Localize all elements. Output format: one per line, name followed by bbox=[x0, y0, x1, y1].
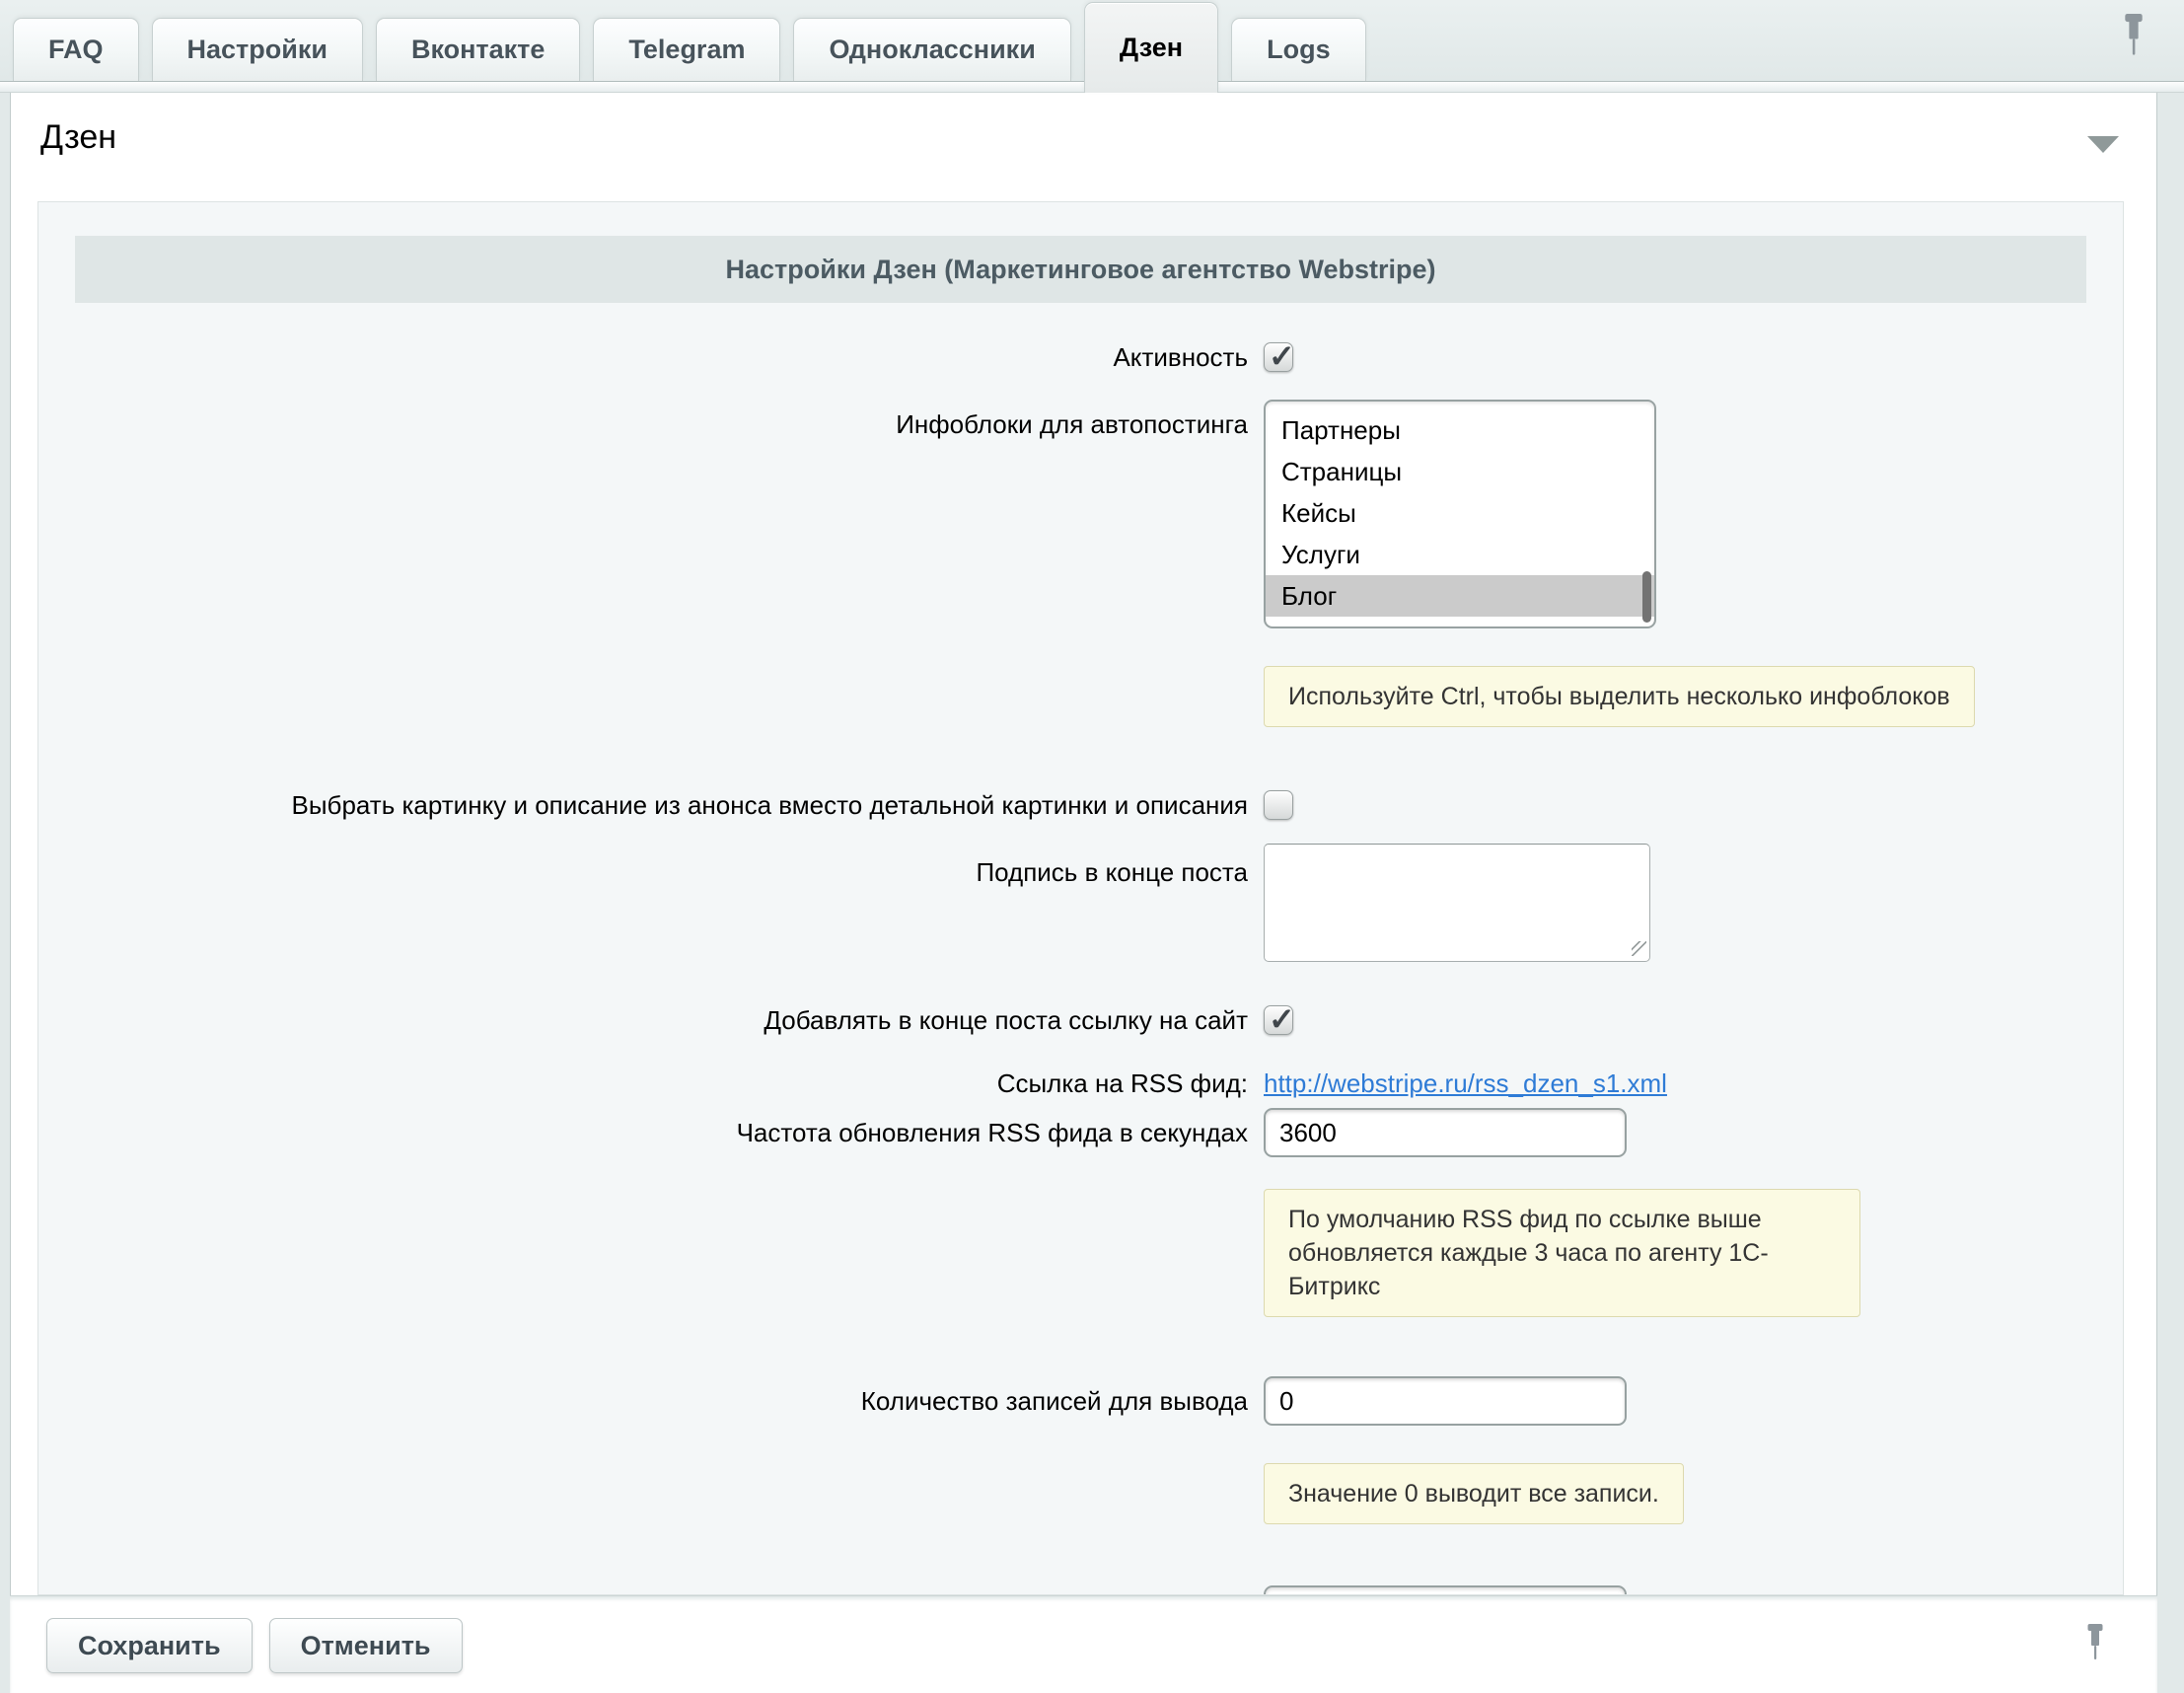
use-announce-checkbox[interactable] bbox=[1264, 790, 1293, 820]
signature-label: Подпись в конце поста bbox=[38, 844, 1264, 889]
tab-bar: FAQ Настройки Вконтакте Telegram Однокла… bbox=[0, 0, 2184, 93]
listbox-scrollbar-thumb[interactable] bbox=[1642, 571, 1651, 623]
infoblocks-listbox[interactable]: Партнеры Страницы Кейсы Услуги Блог bbox=[1264, 400, 1656, 628]
pin-icon[interactable] bbox=[2121, 14, 2147, 57]
tab-telegram[interactable]: Telegram bbox=[593, 18, 780, 81]
settings-form: Настройки Дзен (Маркетинговое агентство … bbox=[37, 201, 2124, 1595]
row-records-count-hint: Значение 0 выводит все записи. bbox=[38, 1463, 2123, 1524]
rss-freq-hint-note: По умолчанию RSS фид по ссылке выше обно… bbox=[1264, 1189, 1860, 1317]
rss-freq-label: Частота обновления RSS фида в секундах bbox=[38, 1116, 1264, 1149]
infoblocks-label: Инфоблоки для автопостинга bbox=[38, 400, 1264, 441]
listbox-option-services[interactable]: Услуги bbox=[1266, 534, 1654, 575]
row-records-count: Количество записей для вывода bbox=[38, 1376, 2123, 1426]
use-announce-label: Выбрать картинку и описание из анонса вм… bbox=[38, 788, 1264, 822]
collapse-arrow-icon[interactable] bbox=[2087, 136, 2119, 153]
rss-feed-link[interactable]: http://webstripe.ru/rss_dzen_s1.xml bbox=[1264, 1068, 1667, 1099]
rss-link-label: Ссылка на RSS фид: bbox=[38, 1067, 1264, 1100]
tab-faq[interactable]: FAQ bbox=[13, 18, 139, 81]
append-link-label: Добавлять в конце поста ссылку на сайт bbox=[38, 1003, 1264, 1037]
row-infoblocks: Инфоблоки для автопостинга Партнеры Стра… bbox=[38, 400, 2123, 628]
signature-textarea[interactable] bbox=[1264, 844, 1650, 962]
tab-odnoklassniki[interactable]: Одноклассники bbox=[793, 18, 1070, 81]
listbox-option-partners[interactable]: Партнеры bbox=[1266, 409, 1654, 451]
listbox-option-pages[interactable]: Страницы bbox=[1266, 451, 1654, 492]
activity-checkbox[interactable] bbox=[1264, 342, 1293, 372]
tab-logs[interactable]: Logs bbox=[1231, 18, 1366, 81]
cancel-button[interactable]: Отменить bbox=[269, 1618, 463, 1673]
listbox-option-blog[interactable]: Блог bbox=[1266, 575, 1654, 617]
textarea-resize-grip-icon[interactable] bbox=[1632, 941, 1646, 956]
save-button[interactable]: Сохранить bbox=[46, 1618, 253, 1673]
rss-freq-input[interactable] bbox=[1264, 1108, 1627, 1157]
row-rss-freq: Частота обновления RSS фида в секундах bbox=[38, 1108, 2123, 1157]
footer-bar: Сохранить Отменить bbox=[10, 1595, 2157, 1693]
row-rss-freq-hint: По умолчанию RSS фид по ссылке выше обно… bbox=[38, 1189, 2123, 1317]
listbox-option-cases[interactable]: Кейсы bbox=[1266, 492, 1654, 534]
settings-form-title: Настройки Дзен (Маркетинговое агентство … bbox=[75, 236, 2086, 303]
activity-label: Активность bbox=[38, 340, 1264, 374]
tab-vkontakte[interactable]: Вконтакте bbox=[376, 18, 580, 81]
content-panel: Дзен Настройки Дзен (Маркетинговое агент… bbox=[10, 93, 2157, 1693]
row-signature: Подпись в конце поста bbox=[38, 844, 2123, 962]
row-start-date: Начиная с даты bbox=[38, 1585, 2123, 1595]
row-activity: Активность bbox=[38, 340, 2123, 374]
row-append-link: Добавлять в конце поста ссылку на сайт bbox=[38, 1003, 2123, 1037]
tab-dzen[interactable]: Дзен bbox=[1084, 2, 1218, 93]
records-count-label: Количество записей для вывода bbox=[38, 1384, 1264, 1418]
section-header: Дзен bbox=[11, 93, 2156, 201]
records-count-input[interactable] bbox=[1264, 1376, 1627, 1426]
append-link-checkbox[interactable] bbox=[1264, 1005, 1293, 1035]
page-title: Дзен bbox=[40, 118, 116, 157]
row-infoblocks-hint: Используйте Ctrl, чтобы выделить несколь… bbox=[38, 666, 2123, 727]
footer-buttons: Сохранить Отменить bbox=[46, 1618, 463, 1673]
row-use-announce: Выбрать картинку и описание из анонса вм… bbox=[38, 788, 2123, 822]
tab-settings[interactable]: Настройки bbox=[152, 18, 363, 81]
infoblocks-hint-note: Используйте Ctrl, чтобы выделить несколь… bbox=[1264, 666, 1975, 727]
start-date-input[interactable] bbox=[1264, 1585, 1627, 1595]
records-count-hint-note: Значение 0 выводит все записи. bbox=[1264, 1463, 1684, 1524]
tab-list: FAQ Настройки Вконтакте Telegram Однокла… bbox=[13, 0, 1366, 93]
row-rss-link: Ссылка на RSS фид: http://webstripe.ru/r… bbox=[38, 1067, 2123, 1100]
pin-icon[interactable] bbox=[2084, 1624, 2106, 1661]
